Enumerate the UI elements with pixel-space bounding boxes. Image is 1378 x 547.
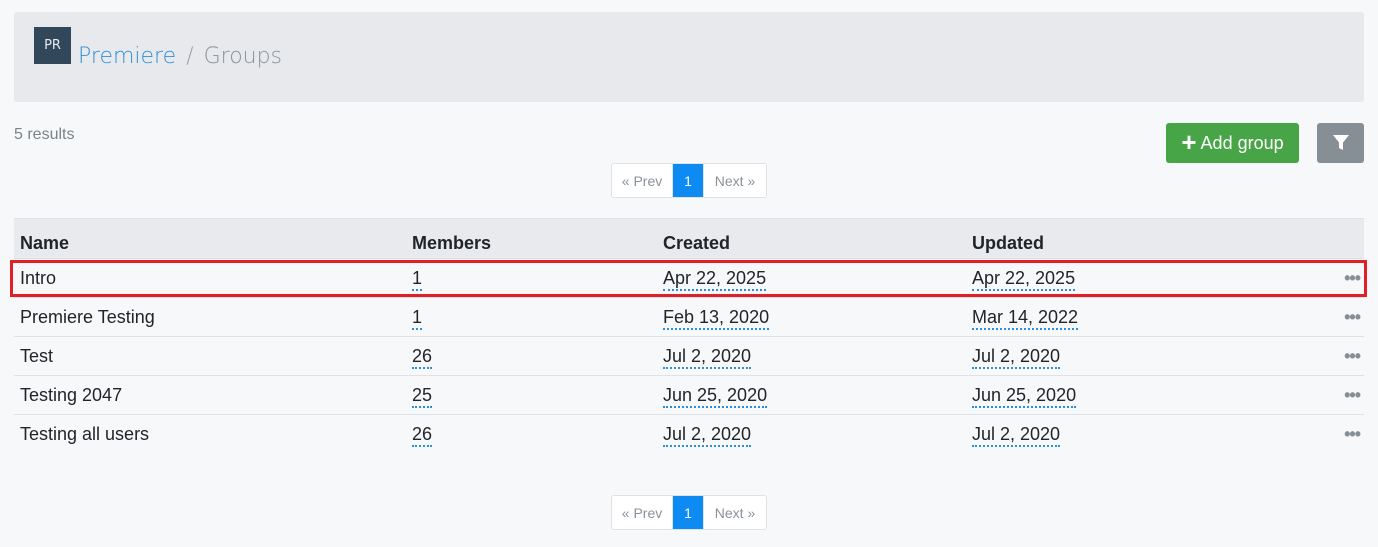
created-date[interactable]: Jul 2, 2020 (663, 423, 752, 447)
breadcrumb-root-link[interactable]: Premiere (78, 44, 176, 69)
pagination-next[interactable]: Next » (703, 496, 766, 529)
pagination-page-current[interactable]: 1 (673, 164, 703, 197)
filter-button[interactable] (1317, 123, 1364, 163)
breadcrumb: Premiere / Groups (78, 44, 282, 69)
table-row[interactable]: Testing 2047 25 Jun 25, 2020 Jun 25, 202… (14, 375, 1364, 415)
column-header-actions (1304, 218, 1364, 259)
page-header: PR Premiere / Groups (14, 12, 1364, 102)
table-header-row: Name Members Created Updated (14, 218, 1364, 259)
group-name[interactable]: Premiere Testing (14, 297, 406, 337)
pagination-next[interactable]: Next » (703, 164, 766, 197)
group-name[interactable]: Test (14, 336, 406, 376)
group-name[interactable]: Intro (14, 258, 406, 298)
created-date[interactable]: Jul 2, 2020 (663, 345, 752, 369)
column-header-members[interactable]: Members (406, 218, 657, 259)
member-count[interactable]: 25 (412, 384, 433, 408)
group-name[interactable]: Testing all users (14, 414, 406, 454)
table-row[interactable]: Test 26 Jul 2, 2020 Jul 2, 2020 ••• (14, 336, 1364, 376)
created-date[interactable]: Feb 13, 2020 (663, 306, 770, 330)
app-avatar: PR (34, 27, 71, 64)
table-row[interactable]: Premiere Testing 1 Feb 13, 2020 Mar 14, … (14, 297, 1364, 337)
pagination-prev[interactable]: « Prev (612, 496, 673, 529)
member-count[interactable]: 26 (412, 423, 433, 447)
pagination-bottom: « Prev 1 Next » (611, 495, 767, 530)
row-actions-icon[interactable]: ••• (1344, 268, 1361, 288)
plus-icon: + (1181, 126, 1197, 157)
row-actions-icon[interactable]: ••• (1344, 346, 1361, 366)
updated-date[interactable]: Apr 22, 2025 (972, 267, 1076, 291)
add-group-label: Add group (1200, 132, 1284, 153)
pagination-prev[interactable]: « Prev (612, 164, 673, 197)
updated-date[interactable]: Mar 14, 2022 (972, 306, 1079, 330)
member-count[interactable]: 1 (412, 267, 423, 291)
created-date[interactable]: Jun 25, 2020 (663, 384, 768, 408)
table-row[interactable]: Testing all users 26 Jul 2, 2020 Jul 2, … (14, 414, 1364, 454)
member-count[interactable]: 1 (412, 306, 423, 330)
row-actions-icon[interactable]: ••• (1344, 424, 1361, 444)
member-count[interactable]: 26 (412, 345, 433, 369)
pagination-top: « Prev 1 Next » (611, 163, 767, 198)
updated-date[interactable]: Jul 2, 2020 (972, 423, 1061, 447)
groups-table: Name Members Created Updated Intro 1 Apr… (14, 218, 1364, 454)
column-header-created[interactable]: Created (657, 218, 966, 259)
pagination-page-current[interactable]: 1 (673, 496, 703, 529)
updated-date[interactable]: Jul 2, 2020 (972, 345, 1061, 369)
breadcrumb-current: Groups (203, 44, 283, 69)
group-name[interactable]: Testing 2047 (14, 375, 406, 415)
table-row[interactable]: Intro 1 Apr 22, 2025 Apr 22, 2025 ••• (14, 258, 1364, 298)
updated-date[interactable]: Jun 25, 2020 (972, 384, 1077, 408)
column-header-updated[interactable]: Updated (966, 218, 1304, 259)
row-actions-icon[interactable]: ••• (1344, 385, 1361, 405)
breadcrumb-separator: / (186, 44, 194, 69)
row-actions-icon[interactable]: ••• (1344, 307, 1361, 327)
add-group-button[interactable]: + Add group (1166, 123, 1299, 163)
filter-icon (1332, 135, 1349, 150)
results-count: 5 results (14, 126, 75, 143)
created-date[interactable]: Apr 22, 2025 (663, 267, 767, 291)
column-header-name[interactable]: Name (14, 218, 406, 259)
